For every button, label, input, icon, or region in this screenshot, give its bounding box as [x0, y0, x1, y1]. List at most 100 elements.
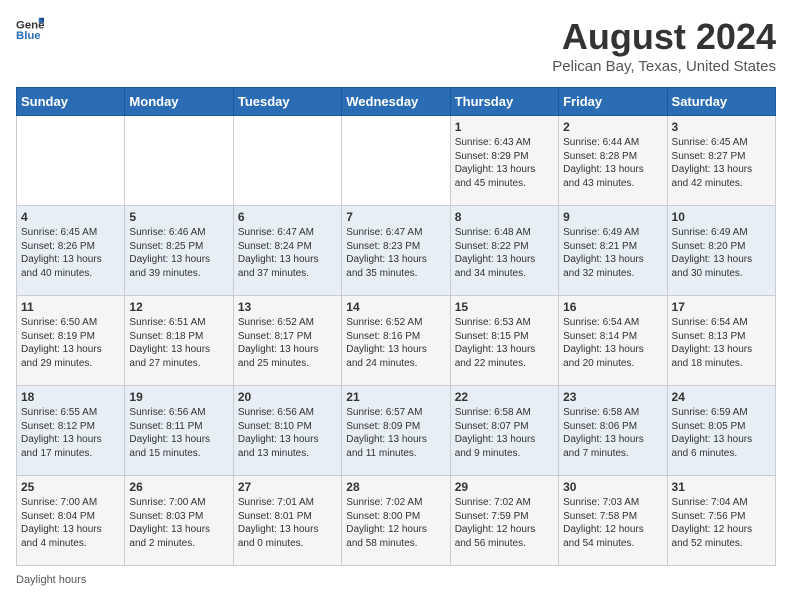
col-header-saturday: Saturday	[667, 88, 775, 116]
day-info: Sunrise: 6:44 AM Sunset: 8:28 PM Dayligh…	[563, 136, 662, 190]
day-info: Sunrise: 7:01 AM Sunset: 8:01 PM Dayligh…	[238, 496, 337, 550]
col-header-tuesday: Tuesday	[233, 88, 341, 116]
day-number: 11	[21, 300, 120, 314]
day-cell	[233, 116, 341, 206]
day-cell: 19Sunrise: 6:56 AM Sunset: 8:11 PM Dayli…	[125, 386, 233, 476]
day-cell: 11 Sunrise: 6:50 AM Sunset: 8:19 PM Dayli…	[17, 296, 125, 386]
day-info: Sunrise: 7:00 AM Sunset: 8:03 PM Dayligh…	[129, 496, 228, 550]
day-info: Sunrise: 6:49 AM Sunset: 8:20 PM Dayligh…	[672, 226, 771, 280]
daylight-footer: Daylight hours	[16, 574, 776, 586]
day-number: 23	[563, 390, 662, 404]
main-title: August 2024	[552, 16, 776, 58]
day-number: 14	[346, 300, 445, 314]
svg-text:Blue: Blue	[16, 30, 41, 42]
day-cell	[125, 116, 233, 206]
day-cell: 21 Sunrise: 6:57 AM Sunset: 8:09 PM Dayli…	[342, 386, 450, 476]
day-cell: 1Sunrise: 6:43 AM Sunset: 8:29 PM Daylig…	[450, 116, 558, 206]
day-cell: 5Sunrise: 6:46 AM Sunset: 8:25 PM Daylig…	[125, 206, 233, 296]
day-info: Sunrise: 6:48 AM Sunset: 8:22 PM Dayligh…	[455, 226, 554, 280]
col-header-sunday: Sunday	[17, 88, 125, 116]
day-cell: 12 Sunrise: 6:51 AM Sunset: 8:18 PM Dayli…	[125, 296, 233, 386]
day-cell: 24Sunrise: 6:59 AM Sunset: 8:05 PM Dayli…	[667, 386, 775, 476]
day-cell: 8 Sunrise: 6:48 AM Sunset: 8:22 PM Daylig…	[450, 206, 558, 296]
col-header-thursday: Thursday	[450, 88, 558, 116]
week-row-4: 18 Sunrise: 6:55 AM Sunset: 8:12 PM Dayli…	[17, 386, 776, 476]
day-number: 8	[455, 210, 554, 224]
day-number: 25	[21, 480, 120, 494]
day-info: Sunrise: 6:50 AM Sunset: 8:19 PM Dayligh…	[21, 316, 120, 370]
day-info: Sunrise: 6:52 AM Sunset: 8:16 PM Dayligh…	[346, 316, 445, 370]
day-cell: 6 Sunrise: 6:47 AM Sunset: 8:24 PM Daylig…	[233, 206, 341, 296]
day-info: Sunrise: 6:45 AM Sunset: 8:26 PM Dayligh…	[21, 226, 120, 280]
week-row-2: 4Sunrise: 6:45 AM Sunset: 8:26 PM Daylig…	[17, 206, 776, 296]
day-info: Sunrise: 6:53 AM Sunset: 8:15 PM Dayligh…	[455, 316, 554, 370]
day-cell: 22Sunrise: 6:58 AM Sunset: 8:07 PM Dayli…	[450, 386, 558, 476]
day-cell: 10Sunrise: 6:49 AM Sunset: 8:20 PM Dayli…	[667, 206, 775, 296]
day-cell: 14 Sunrise: 6:52 AM Sunset: 8:16 PM Dayli…	[342, 296, 450, 386]
day-number: 15	[455, 300, 554, 314]
day-info: Sunrise: 6:59 AM Sunset: 8:05 PM Dayligh…	[672, 406, 771, 460]
day-info: Sunrise: 7:03 AM Sunset: 7:58 PM Dayligh…	[563, 496, 662, 550]
day-number: 19	[129, 390, 228, 404]
day-cell: 16Sunrise: 6:54 AM Sunset: 8:14 PM Dayli…	[559, 296, 667, 386]
day-cell: 7Sunrise: 6:47 AM Sunset: 8:23 PM Daylig…	[342, 206, 450, 296]
calendar-table: SundayMondayTuesdayWednesdayThursdayFrid…	[16, 87, 776, 566]
day-cell: 27 Sunrise: 7:01 AM Sunset: 8:01 PM Dayli…	[233, 476, 341, 566]
day-number: 18	[21, 390, 120, 404]
day-info: Sunrise: 6:47 AM Sunset: 8:24 PM Dayligh…	[238, 226, 337, 280]
day-info: Sunrise: 7:04 AM Sunset: 7:56 PM Dayligh…	[672, 496, 771, 550]
logo-icon: General Blue	[16, 16, 44, 44]
day-cell	[342, 116, 450, 206]
col-header-wednesday: Wednesday	[342, 88, 450, 116]
day-number: 12	[129, 300, 228, 314]
day-cell: 17 Sunrise: 6:54 AM Sunset: 8:13 PM Dayli…	[667, 296, 775, 386]
day-number: 22	[455, 390, 554, 404]
day-number: 3	[672, 120, 771, 134]
day-cell: 2Sunrise: 6:44 AM Sunset: 8:28 PM Daylig…	[559, 116, 667, 206]
day-info: Sunrise: 6:45 AM Sunset: 8:27 PM Dayligh…	[672, 136, 771, 190]
logo: General Blue	[16, 16, 44, 44]
week-row-1: 1Sunrise: 6:43 AM Sunset: 8:29 PM Daylig…	[17, 116, 776, 206]
day-cell: 26 Sunrise: 7:00 AM Sunset: 8:03 PM Dayli…	[125, 476, 233, 566]
subtitle: Pelican Bay, Texas, United States	[552, 58, 776, 75]
day-number: 20	[238, 390, 337, 404]
day-number: 30	[563, 480, 662, 494]
day-number: 31	[672, 480, 771, 494]
day-number: 9	[563, 210, 662, 224]
day-number: 28	[346, 480, 445, 494]
day-number: 21	[346, 390, 445, 404]
day-info: Sunrise: 6:43 AM Sunset: 8:29 PM Dayligh…	[455, 136, 554, 190]
day-number: 29	[455, 480, 554, 494]
day-info: Sunrise: 6:52 AM Sunset: 8:17 PM Dayligh…	[238, 316, 337, 370]
day-cell: 31 Sunrise: 7:04 AM Sunset: 7:56 PM Dayli…	[667, 476, 775, 566]
day-cell: 30 Sunrise: 7:03 AM Sunset: 7:58 PM Dayli…	[559, 476, 667, 566]
day-cell: 25 Sunrise: 7:00 AM Sunset: 8:04 PM Dayli…	[17, 476, 125, 566]
day-number: 17	[672, 300, 771, 314]
day-number: 6	[238, 210, 337, 224]
day-info: Sunrise: 6:54 AM Sunset: 8:13 PM Dayligh…	[672, 316, 771, 370]
day-info: Sunrise: 6:56 AM Sunset: 8:10 PM Dayligh…	[238, 406, 337, 460]
day-number: 26	[129, 480, 228, 494]
day-number: 16	[563, 300, 662, 314]
week-row-5: 25 Sunrise: 7:00 AM Sunset: 8:04 PM Dayli…	[17, 476, 776, 566]
day-number: 27	[238, 480, 337, 494]
title-area: August 2024 Pelican Bay, Texas, United S…	[552, 16, 776, 75]
day-info: Sunrise: 6:57 AM Sunset: 8:09 PM Dayligh…	[346, 406, 445, 460]
day-info: Sunrise: 7:02 AM Sunset: 8:00 PM Dayligh…	[346, 496, 445, 550]
day-info: Sunrise: 6:51 AM Sunset: 8:18 PM Dayligh…	[129, 316, 228, 370]
day-cell	[17, 116, 125, 206]
day-info: Sunrise: 6:55 AM Sunset: 8:12 PM Dayligh…	[21, 406, 120, 460]
day-cell: 18 Sunrise: 6:55 AM Sunset: 8:12 PM Dayli…	[17, 386, 125, 476]
day-info: Sunrise: 7:02 AM Sunset: 7:59 PM Dayligh…	[455, 496, 554, 550]
day-info: Sunrise: 6:46 AM Sunset: 8:25 PM Dayligh…	[129, 226, 228, 280]
day-cell: 28 Sunrise: 7:02 AM Sunset: 8:00 PM Dayli…	[342, 476, 450, 566]
day-number: 13	[238, 300, 337, 314]
day-cell: 13 Sunrise: 6:52 AM Sunset: 8:17 PM Dayli…	[233, 296, 341, 386]
col-header-monday: Monday	[125, 88, 233, 116]
day-cell: 29 Sunrise: 7:02 AM Sunset: 7:59 PM Dayli…	[450, 476, 558, 566]
day-cell: 3 Sunrise: 6:45 AM Sunset: 8:27 PM Daylig…	[667, 116, 775, 206]
day-info: Sunrise: 7:00 AM Sunset: 8:04 PM Dayligh…	[21, 496, 120, 550]
day-info: Sunrise: 6:58 AM Sunset: 8:06 PM Dayligh…	[563, 406, 662, 460]
day-info: Sunrise: 6:49 AM Sunset: 8:21 PM Dayligh…	[563, 226, 662, 280]
col-header-friday: Friday	[559, 88, 667, 116]
